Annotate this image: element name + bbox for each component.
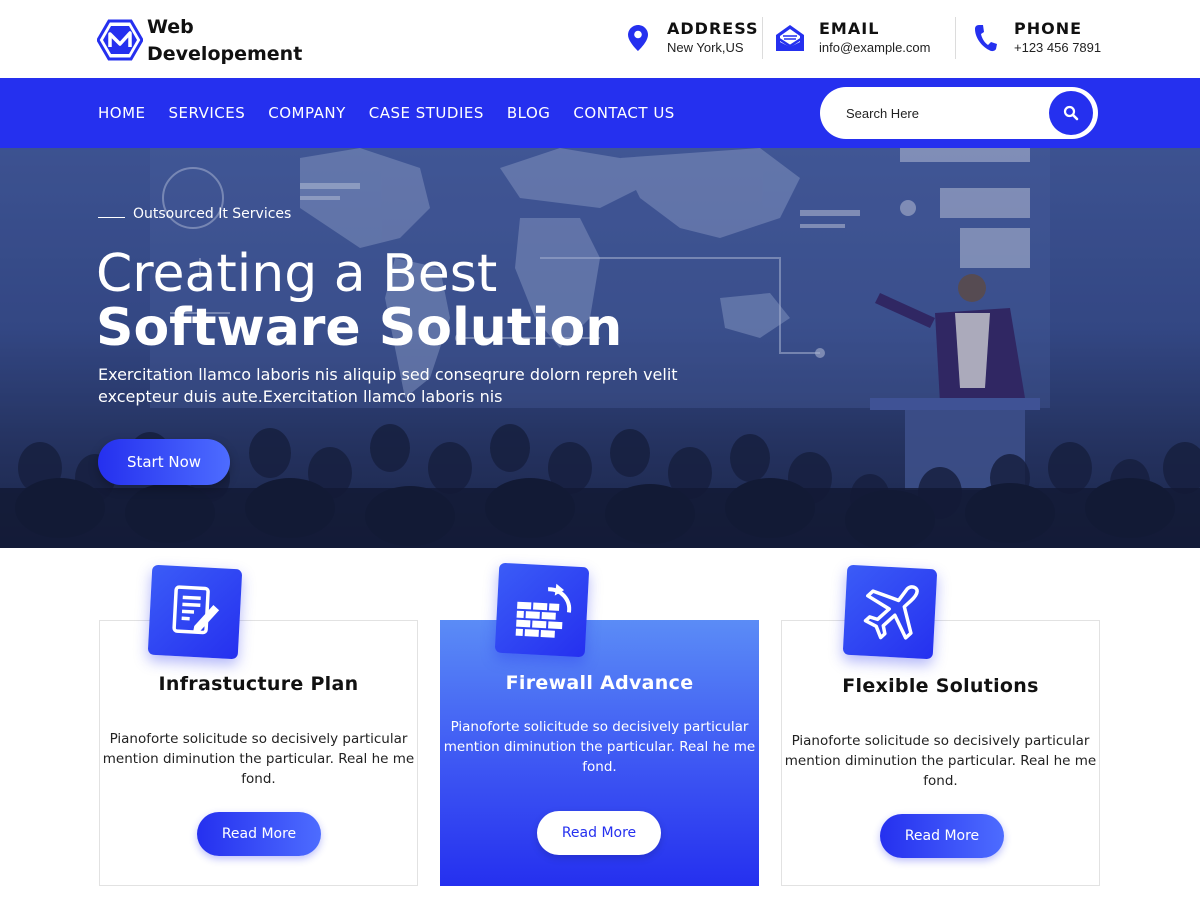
document-edit-icon <box>147 564 243 660</box>
nav-item-home[interactable]: HOME <box>98 104 146 122</box>
phone-icon <box>970 23 1000 53</box>
header-divider <box>762 17 763 59</box>
search-icon <box>1063 105 1079 121</box>
firewall-icon <box>494 562 590 658</box>
search-box <box>820 87 1098 139</box>
nav-item-company[interactable]: COMPANY <box>268 104 345 122</box>
nav-item-blog[interactable]: BLOG <box>507 104 551 122</box>
brand-logo[interactable]: Web Developement <box>97 14 302 68</box>
phone-value[interactable]: +123 456 7891 <box>1014 39 1101 57</box>
search-input[interactable] <box>846 101 1036 125</box>
header-divider <box>955 17 956 59</box>
card-title: Flexible Solutions <box>842 675 1039 697</box>
hero-title-line1: Creating a Best <box>96 244 498 304</box>
map-pin-icon <box>623 23 653 53</box>
phone-label: PHONE <box>1014 19 1083 38</box>
card-text: Pianoforte solicitude so decisively part… <box>443 719 756 775</box>
address-value: New York,US <box>667 40 744 55</box>
nav-menu: HOME SERVICES COMPANY CASE STUDIES BLOG … <box>98 78 698 148</box>
hero-tagline-text: Outsourced It Services <box>133 206 292 222</box>
feature-card-flexible: Flexible Solutions Pianoforte solicitude… <box>781 564 1100 886</box>
nav-item-contact-us[interactable]: CONTACT US <box>573 104 674 122</box>
envelope-icon <box>775 23 805 53</box>
card-title: Infrastucture Plan <box>158 673 359 695</box>
main-nav: HOME SERVICES COMPANY CASE STUDIES BLOG … <box>0 78 1200 148</box>
brand-name-line1: Web <box>147 16 194 38</box>
hero-description: Exercitation llamco laboris nis aliquip … <box>98 365 678 406</box>
nav-item-services[interactable]: SERVICES <box>169 104 246 122</box>
contact-email: EMAIL info@example.com <box>775 17 930 59</box>
hero-tagline: Outsourced It Services <box>98 206 291 222</box>
feature-card-infrastructure: Infrastucture Plan Pianoforte solicitude… <box>99 564 418 886</box>
email-value[interactable]: info@example.com <box>819 39 930 57</box>
brand-name: Web Developement <box>147 14 302 68</box>
card-text: Pianoforte solicitude so decisively part… <box>784 733 1097 789</box>
read-more-button[interactable]: Read More <box>880 814 1004 858</box>
hero-banner: Outsourced It Services Creating a Best S… <box>0 148 1200 548</box>
card-title: Firewall Advance <box>505 672 694 694</box>
nav-item-case-studies[interactable]: CASE STUDIES <box>369 104 484 122</box>
read-more-button[interactable]: Read More <box>197 812 321 856</box>
email-label: EMAIL <box>819 19 880 38</box>
airplane-icon <box>842 564 938 660</box>
read-more-button[interactable]: Read More <box>537 811 661 855</box>
hero-title-line2: Software Solution <box>96 298 623 358</box>
top-header: Web Developement ADDRESS New York,US EMA… <box>0 0 1200 78</box>
hexagon-logo-icon <box>97 19 143 61</box>
tagline-dash <box>98 216 125 218</box>
feature-card-firewall: Firewall Advance Pianoforte solicitude s… <box>440 562 759 886</box>
brand-name-line2: Developement <box>147 43 303 65</box>
card-text: Pianoforte solicitude so decisively part… <box>102 731 415 787</box>
contact-address: ADDRESS New York,US <box>623 17 759 59</box>
start-now-button[interactable]: Start Now <box>98 439 230 485</box>
address-label: ADDRESS <box>667 19 759 38</box>
contact-phone: PHONE +123 456 7891 <box>970 17 1101 59</box>
search-button[interactable] <box>1049 91 1093 135</box>
